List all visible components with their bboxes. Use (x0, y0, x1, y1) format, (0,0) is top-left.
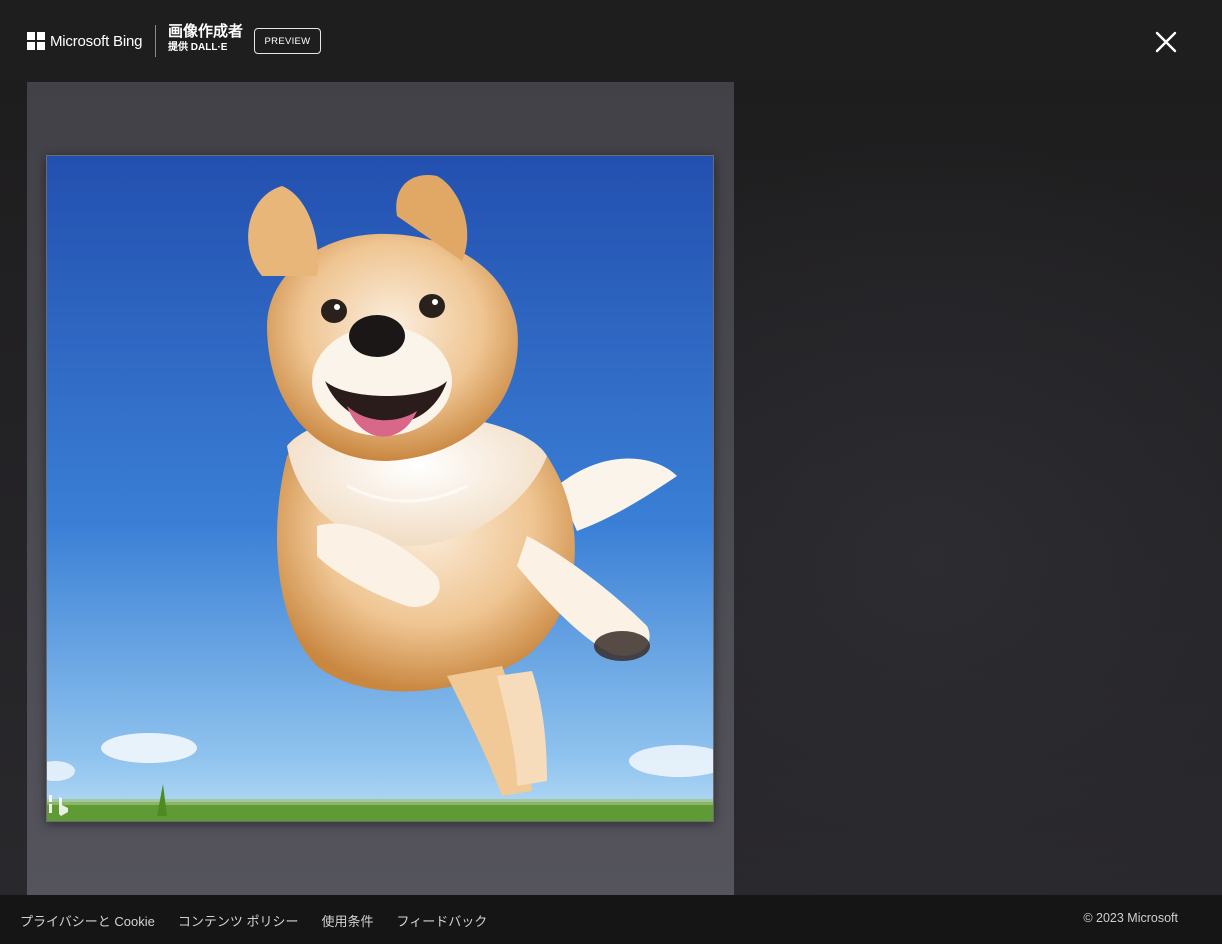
footer-link-content-policy[interactable]: コンテンツ ポリシー (178, 911, 299, 930)
dog-image (47, 156, 713, 821)
bing-watermark-icon (49, 793, 71, 817)
generated-image[interactable] (46, 155, 714, 822)
product-title: 画像作成者 (168, 23, 244, 40)
product-subtitle: 提供 DALL·E (168, 42, 228, 53)
footer: プライバシーと Cookie コンテンツ ポリシー 使用条件 フィードバック ©… (0, 895, 1222, 944)
preview-badge: PREVIEW (254, 28, 321, 54)
product-title-block: 画像作成者 提供 DALL·E (168, 23, 243, 55)
header: Microsoft Bing 画像作成者 提供 DALL·E PREVIEW (0, 0, 1222, 82)
image-panel (27, 82, 734, 895)
brand-name: Microsoft Bing (50, 32, 143, 50)
footer-link-terms[interactable]: 使用条件 (321, 911, 373, 930)
close-icon (1155, 31, 1177, 53)
microsoft-logo-icon (27, 32, 45, 50)
copyright: © 2023 Microsoft (1083, 911, 1178, 925)
close-button[interactable] (1152, 28, 1180, 56)
header-divider (155, 25, 156, 57)
footer-link-privacy[interactable]: プライバシーと Cookie (20, 911, 155, 930)
footer-links: プライバシーと Cookie コンテンツ ポリシー 使用条件 フィードバック (20, 911, 510, 930)
footer-link-feedback[interactable]: フィードバック (396, 911, 487, 930)
brand[interactable]: Microsoft Bing (27, 30, 142, 52)
